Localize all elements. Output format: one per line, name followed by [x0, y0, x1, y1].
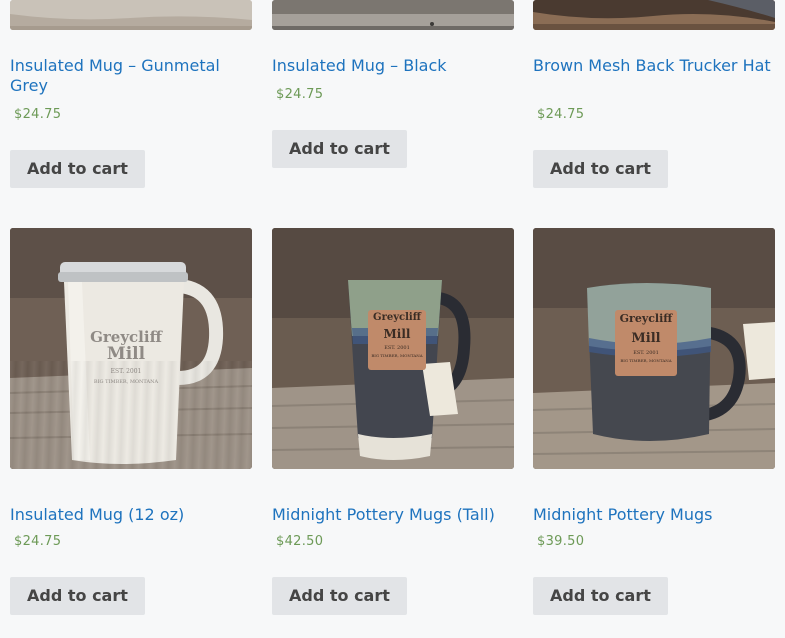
product-title-link[interactable]: Midnight Pottery Mugs: [533, 505, 775, 525]
product-row-bottom: Greycliff Mill EST. 2001 BIG TIMBER, MON…: [10, 228, 775, 638]
brand-logo-text: Mill: [106, 344, 146, 364]
product-row-top: Insulated Mug – Gunmetal Grey $24.75 Add…: [10, 0, 775, 228]
product-card: Greycliff Mill EST. 2001 BIG TIMBER, MON…: [533, 228, 775, 615]
product-price: $24.75: [14, 107, 62, 122]
product-price: $24.75: [537, 107, 585, 122]
product-card: Greycliff Mill EST. 2001 BIG TIMBER, MON…: [272, 228, 514, 615]
product-image[interactable]: [10, 0, 252, 30]
product-image[interactable]: [533, 0, 775, 30]
product-price: $42.50: [276, 534, 324, 549]
product-title-link[interactable]: Insulated Mug – Gunmetal Grey: [10, 56, 252, 96]
product-title-link[interactable]: Insulated Mug (12 oz): [10, 505, 252, 525]
product-price: $24.75: [276, 87, 324, 102]
brand-logo-text: EST. 2001: [633, 350, 659, 356]
brand-logo-text: Mill: [383, 327, 411, 341]
product-title-link[interactable]: Midnight Pottery Mugs (Tall): [272, 505, 514, 525]
product-title-link[interactable]: Insulated Mug – Black: [272, 56, 514, 76]
product-grid: Insulated Mug – Gunmetal Grey $24.75 Add…: [10, 0, 775, 638]
add-to-cart-button[interactable]: Add to cart: [10, 150, 145, 188]
brand-logo-text: EST. 2001: [384, 345, 410, 351]
product-price: $39.50: [537, 534, 585, 549]
product-card: Greycliff Mill EST. 2001 BIG TIMBER, MON…: [10, 228, 252, 615]
product-image[interactable]: Greycliff Mill EST. 2001 BIG TIMBER, MON…: [10, 228, 252, 469]
product-image[interactable]: Greycliff Mill EST. 2001 BIG TIMBER, MON…: [533, 228, 775, 469]
product-image[interactable]: [272, 0, 514, 30]
add-to-cart-button[interactable]: Add to cart: [533, 150, 668, 188]
add-to-cart-button[interactable]: Add to cart: [10, 577, 145, 615]
brand-logo-text: EST. 2001: [110, 368, 142, 375]
brand-logo-text: Mill: [631, 331, 661, 346]
brand-logo-text: Greycliff: [619, 312, 673, 325]
product-title-link[interactable]: Brown Mesh Back Trucker Hat: [533, 56, 775, 76]
brand-logo-text: Greycliff: [373, 312, 421, 323]
product-price: $24.75: [14, 534, 62, 549]
add-to-cart-button[interactable]: Add to cart: [533, 577, 668, 615]
add-to-cart-button[interactable]: Add to cart: [272, 577, 407, 615]
product-image[interactable]: Greycliff Mill EST. 2001 BIG TIMBER, MON…: [272, 228, 514, 469]
brand-logo-text: BIG TIMBER, MONTANA: [371, 353, 423, 358]
add-to-cart-button[interactable]: Add to cart: [272, 130, 407, 168]
brand-logo-text: BIG TIMBER, MONTANA: [93, 379, 159, 385]
brand-logo-text: BIG TIMBER, MONTANA: [620, 358, 672, 363]
